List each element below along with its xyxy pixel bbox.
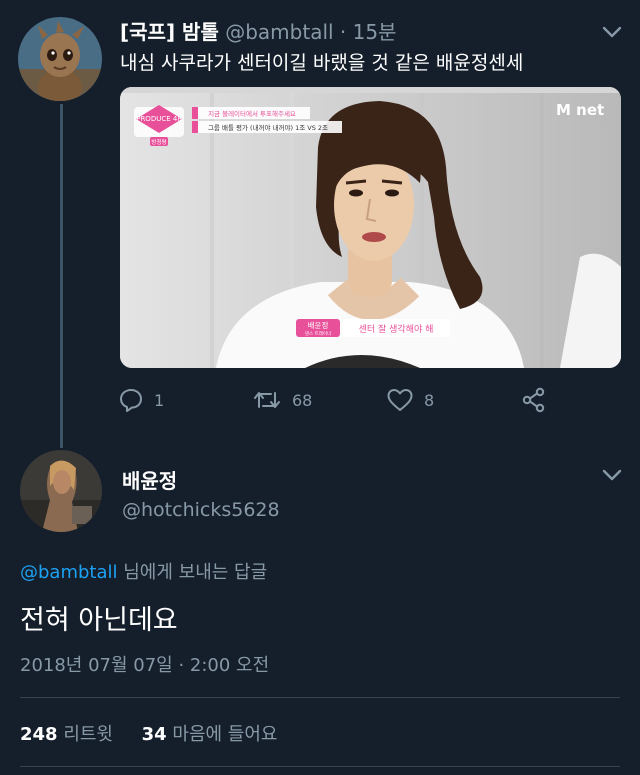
retweets-stat[interactable]: 248 리트윗 [20, 724, 113, 745]
avatar-image [18, 17, 102, 101]
caption-top-1: 지금 볼레이터에서 투표해주세요 [208, 109, 296, 118]
tweet-media[interactable]: PRODUCE 48 지금 볼레이터에서 투표해주세요 그룹 배틀 평가 (내꺼… [120, 87, 621, 368]
like-count: 8 [424, 390, 435, 410]
reply-count: 1 [154, 390, 165, 410]
like-count: 34 [141, 724, 167, 745]
likes-stat[interactable]: 34 마음에 들어요 [142, 724, 278, 745]
replying-to-suffix: 님에게 보내는 답글 [117, 562, 268, 583]
caption-top-2: 그룹 배틀 평가 (내꺼야 내꺼야) 1조 VS 2조 [208, 123, 328, 132]
avatar-image [20, 450, 102, 532]
divider [20, 697, 620, 698]
media-image: PRODUCE 48 지금 볼레이터에서 투표해주세요 그룹 배틀 평가 (내꺼… [120, 87, 621, 368]
retweet-icon [254, 392, 280, 408]
tweet-actions: 1 68 8 [118, 384, 628, 416]
retweet-label: 리트윗 [63, 724, 113, 745]
timestamp[interactable]: 15분 [353, 20, 397, 44]
subtitle: 센터 잘 생각해야 해 [359, 323, 434, 335]
thread-connector-line [60, 104, 63, 448]
retweet-count: 68 [292, 390, 313, 410]
author-name[interactable]: [국프] 밤톨 [120, 20, 219, 44]
tweet-text: 내심 사쿠라가 센터이길 바랬을 것 같은 배윤정센세 [120, 52, 524, 74]
name-tag-sub: 댄스 트레이너 [305, 330, 331, 337]
like-label: 마음에 들어요 [172, 724, 278, 745]
divider [20, 766, 620, 767]
engagement-stats: 248 리트윗 34 마음에 들어요 [20, 720, 278, 746]
avatar[interactable] [20, 450, 102, 532]
comment-icon [120, 389, 142, 412]
author-handle[interactable]: @hotchicks5628 [122, 499, 280, 521]
dot-separator: · [339, 20, 347, 44]
reply-timestamp[interactable]: 2018년 07월 07일 · 2:00 오전 [20, 651, 269, 677]
retweet-count: 248 [20, 724, 58, 745]
broadcaster-logo: M net [556, 101, 604, 119]
caption-small: 방청평 [151, 138, 166, 146]
replying-to: @bambtall 님에게 보내는 답글 [20, 558, 267, 584]
name-tag: 배윤정 [308, 320, 329, 330]
reply-text: 전혀 아닌데요 [20, 605, 178, 636]
author-handle[interactable]: @bambtall [225, 20, 333, 44]
share-button[interactable] [520, 384, 558, 416]
chevron-down-icon[interactable] [600, 22, 624, 42]
like-button[interactable]: 8 [386, 384, 434, 416]
show-logo-text: PRODUCE 48 [136, 115, 182, 123]
heart-icon [387, 389, 413, 411]
chevron-down-icon[interactable] [600, 465, 624, 485]
reply-button[interactable]: 1 [118, 384, 164, 416]
share-icon [522, 387, 545, 413]
mention-link[interactable]: @bambtall [20, 562, 118, 583]
avatar[interactable] [18, 17, 102, 101]
tweet-header: [국프] 밤톨 @bambtall · 15분 [120, 16, 397, 45]
author-name[interactable]: 배윤정 [122, 465, 177, 494]
retweet-button[interactable]: 68 [252, 384, 312, 416]
